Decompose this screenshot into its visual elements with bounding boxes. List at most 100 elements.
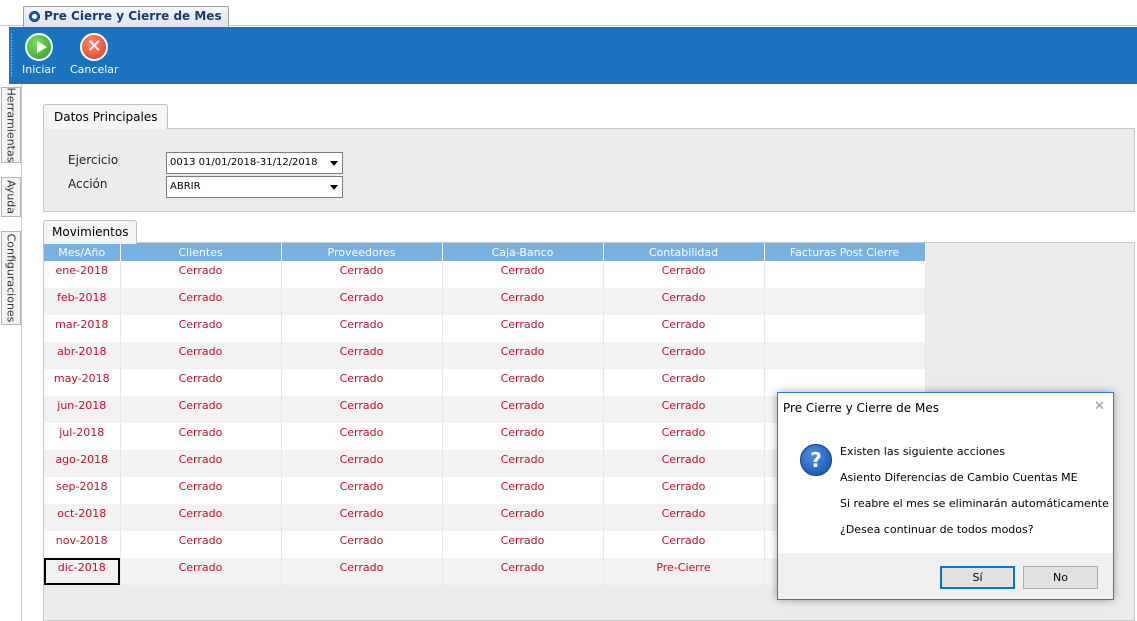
- status-cell[interactable]: Cerrado: [442, 504, 604, 531]
- table-row[interactable]: abr-2018 Cerrado Cerrado Cerrado Cerrado: [44, 342, 926, 369]
- table-header-row: Mes/Año Clientes Proveedores Caja-Banco Cont…: [44, 243, 926, 261]
- status-cell[interactable]: Cerrado: [442, 396, 604, 423]
- month-cell[interactable]: oct-2018: [44, 504, 121, 531]
- status-cell[interactable]: Cerrado: [603, 531, 765, 558]
- status-cell[interactable]: [764, 315, 926, 342]
- status-cell[interactable]: Cerrado: [603, 477, 765, 504]
- status-cell[interactable]: Cerrado: [281, 531, 443, 558]
- sidebar-tab-ayuda[interactable]: Ayuda: [1, 177, 21, 217]
- status-cell[interactable]: Cerrado: [281, 450, 443, 477]
- side-tabs: Herramientas Ayuda Configuraciones: [0, 84, 22, 621]
- table-row[interactable]: mar-2018 Cerrado Cerrado Cerrado Cerrado: [44, 315, 926, 342]
- tab-movimientos[interactable]: Movimientos: [43, 220, 138, 244]
- column-header[interactable]: Facturas Post Cierre: [764, 243, 926, 261]
- month-cell[interactable]: dic-2018: [44, 558, 121, 585]
- status-cell[interactable]: Cerrado: [281, 558, 443, 585]
- sidebar-tab-herramientas[interactable]: Herramientas: [1, 87, 21, 163]
- month-cell[interactable]: jun-2018: [44, 396, 121, 423]
- status-cell[interactable]: Cerrado: [442, 531, 604, 558]
- status-cell[interactable]: [764, 288, 926, 315]
- status-cell[interactable]: Cerrado: [120, 396, 282, 423]
- status-cell[interactable]: Cerrado: [442, 450, 604, 477]
- status-cell[interactable]: Cerrado: [442, 477, 604, 504]
- chevron-down-icon: [330, 161, 338, 166]
- sidebar-tab-configuraciones[interactable]: Configuraciones: [1, 231, 21, 325]
- status-cell[interactable]: Cerrado: [603, 504, 765, 531]
- no-button[interactable]: No: [1023, 566, 1098, 589]
- yes-button[interactable]: Sí: [940, 566, 1015, 589]
- month-cell[interactable]: mar-2018: [44, 315, 121, 342]
- status-cell[interactable]: Cerrado: [442, 369, 604, 396]
- status-cell[interactable]: Cerrado: [281, 423, 443, 450]
- status-cell[interactable]: [764, 261, 926, 288]
- status-cell[interactable]: Cerrado: [120, 504, 282, 531]
- month-cell[interactable]: ene-2018: [44, 261, 121, 288]
- dialog-message-line: Existen las siguiente acciones: [840, 445, 1006, 458]
- month-cell[interactable]: feb-2018: [44, 288, 121, 315]
- status-cell[interactable]: Cerrado: [442, 342, 604, 369]
- status-cell[interactable]: Cerrado: [281, 315, 443, 342]
- cancel-button[interactable]: ✕ Cancelar: [70, 33, 119, 76]
- status-cell[interactable]: Cerrado: [120, 423, 282, 450]
- month-cell[interactable]: sep-2018: [44, 477, 121, 504]
- status-cell[interactable]: Cerrado: [281, 477, 443, 504]
- status-cell[interactable]: Cerrado: [442, 558, 604, 585]
- month-cell[interactable]: ago-2018: [44, 450, 121, 477]
- status-cell[interactable]: Cerrado: [442, 261, 604, 288]
- status-cell[interactable]: [764, 342, 926, 369]
- status-cell[interactable]: Cerrado: [442, 315, 604, 342]
- status-cell[interactable]: Cerrado: [120, 342, 282, 369]
- status-cell[interactable]: Cerrado: [603, 423, 765, 450]
- status-cell[interactable]: Cerrado: [603, 315, 765, 342]
- column-header[interactable]: Mes/Año: [44, 243, 121, 261]
- status-cell[interactable]: Cerrado: [281, 261, 443, 288]
- status-cell[interactable]: Cerrado: [603, 396, 765, 423]
- status-cell[interactable]: Cerrado: [603, 342, 765, 369]
- tab-datos-principales[interactable]: Datos Principales: [43, 104, 169, 129]
- status-cell[interactable]: Cerrado: [442, 288, 604, 315]
- column-header[interactable]: Clientes: [120, 243, 282, 261]
- status-cell[interactable]: Cerrado: [281, 396, 443, 423]
- status-cell[interactable]: Cerrado: [120, 261, 282, 288]
- status-cell[interactable]: Cerrado: [120, 369, 282, 396]
- table-row[interactable]: feb-2018 Cerrado Cerrado Cerrado Cerrado: [44, 288, 926, 315]
- status-cell[interactable]: Cerrado: [603, 288, 765, 315]
- dialog-message-line: Si reabre el mes se eliminarán automátic…: [840, 497, 1109, 510]
- close-icon[interactable]: ✕: [1094, 399, 1105, 414]
- status-cell[interactable]: Cerrado: [120, 450, 282, 477]
- month-cell[interactable]: may-2018: [44, 369, 121, 396]
- status-cell[interactable]: Cerrado: [442, 423, 604, 450]
- status-cell[interactable]: Cerrado: [281, 342, 443, 369]
- ejercicio-select[interactable]: 0013 01/01/2018-31/12/2018: [166, 152, 343, 174]
- status-cell[interactable]: Cerrado: [603, 369, 765, 396]
- document-tab-label: Pre Cierre y Cierre de Mes: [44, 9, 222, 23]
- document-tab[interactable]: Pre Cierre y Cierre de Mes: [23, 6, 229, 27]
- column-header[interactable]: Caja-Banco: [442, 243, 604, 261]
- sidebar-tab-label: Configuraciones: [4, 233, 18, 323]
- column-header[interactable]: Contabilidad: [603, 243, 765, 261]
- status-cell[interactable]: Cerrado: [120, 315, 282, 342]
- start-button[interactable]: Iniciar: [22, 33, 56, 76]
- status-cell[interactable]: Pre-Cierre: [603, 558, 765, 585]
- accion-label: Acción: [68, 177, 108, 191]
- question-icon: ?: [800, 444, 832, 476]
- toolbar-grip[interactable]: [11, 33, 13, 77]
- status-cell[interactable]: Cerrado: [120, 288, 282, 315]
- accion-select[interactable]: ABRIR: [166, 176, 343, 198]
- status-cell[interactable]: Cerrado: [281, 369, 443, 396]
- datos-principales-panel: Ejercicio 0013 01/01/2018-31/12/2018 Acc…: [43, 128, 1135, 212]
- status-cell[interactable]: Cerrado: [603, 450, 765, 477]
- status-cell[interactable]: Cerrado: [120, 531, 282, 558]
- status-cell[interactable]: Cerrado: [120, 558, 282, 585]
- status-cell[interactable]: Cerrado: [281, 288, 443, 315]
- table-row[interactable]: ene-2018 Cerrado Cerrado Cerrado Cerrado: [44, 261, 926, 288]
- app-window: Pre Cierre y Cierre de Mes Iniciar ✕ Can…: [0, 0, 1137, 621]
- month-cell[interactable]: jul-2018: [44, 423, 121, 450]
- status-cell[interactable]: Cerrado: [120, 477, 282, 504]
- document-tab-strip: Pre Cierre y Cierre de Mes: [0, 0, 1137, 27]
- status-cell[interactable]: Cerrado: [281, 504, 443, 531]
- month-cell[interactable]: abr-2018: [44, 342, 121, 369]
- column-header[interactable]: Proveedores: [281, 243, 443, 261]
- month-cell[interactable]: nov-2018: [44, 531, 121, 558]
- status-cell[interactable]: Cerrado: [603, 261, 765, 288]
